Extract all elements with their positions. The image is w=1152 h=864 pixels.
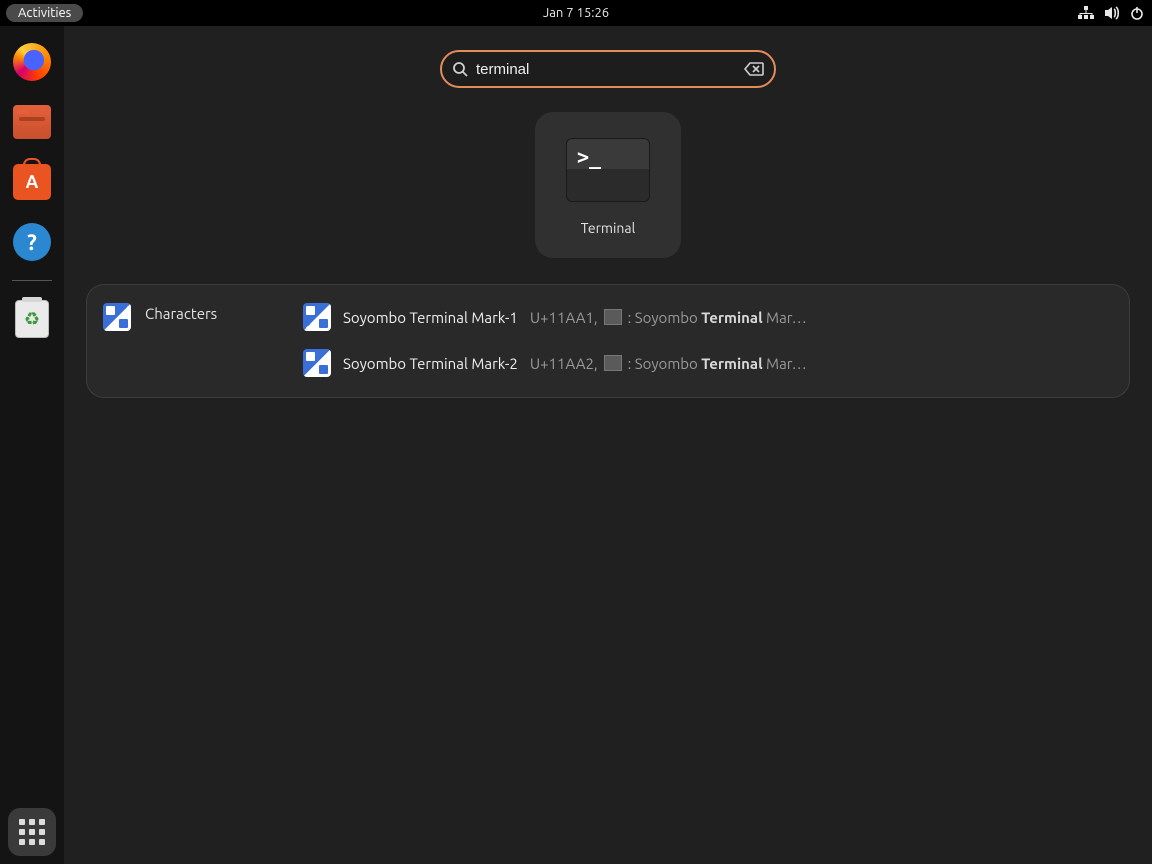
- dock-ubuntu-software[interactable]: [12, 162, 52, 202]
- search-icon: [452, 61, 468, 77]
- ubuntu-software-icon: [13, 164, 51, 200]
- show-applications-button[interactable]: [8, 808, 56, 856]
- search-input[interactable]: [476, 61, 736, 78]
- characters-result-list: Soyombo Terminal Mark-1 U+11AA1, : Soyom…: [303, 303, 1113, 377]
- terminal-icon: >_: [566, 138, 650, 202]
- characters-results-panel: Characters Soyombo Terminal Mark-1 U+11A…: [86, 284, 1130, 398]
- character-name: Soyombo Terminal Mark-2: [343, 355, 518, 372]
- activities-button[interactable]: Activities: [6, 4, 83, 22]
- dock-help[interactable]: ?: [12, 222, 52, 262]
- top-bar: Activities Jan 7 15:26: [0, 0, 1152, 26]
- overview-main: >_ Terminal Characters Soyombo Terminal …: [64, 26, 1152, 864]
- dock-separator: [12, 280, 52, 281]
- characters-header[interactable]: Characters: [103, 303, 273, 377]
- system-status-area[interactable]: [1078, 0, 1144, 26]
- characters-header-label: Characters: [145, 303, 217, 322]
- character-name: Soyombo Terminal Mark-1: [343, 309, 518, 326]
- firefox-icon: [13, 43, 51, 81]
- placeholder-glyph-icon: [604, 355, 622, 371]
- characters-app-icon: [103, 303, 131, 331]
- network-icon[interactable]: [1078, 6, 1094, 20]
- dock-files[interactable]: [12, 102, 52, 142]
- character-meta: U+11AA2, : Soyombo Terminal Mar…: [530, 355, 807, 372]
- character-meta: U+11AA1, : Soyombo Terminal Mar…: [530, 309, 807, 326]
- dock-firefox[interactable]: [12, 42, 52, 82]
- dock: ? ♻: [0, 26, 64, 864]
- search-field[interactable]: [440, 50, 776, 88]
- grid-icon: [19, 819, 45, 845]
- character-glyph-icon: [303, 303, 331, 331]
- dock-trash[interactable]: ♻: [12, 299, 52, 339]
- clear-search-button[interactable]: [744, 62, 764, 76]
- app-result-terminal[interactable]: >_ Terminal: [535, 112, 681, 258]
- trash-icon: ♻: [15, 300, 49, 338]
- characters-result-row[interactable]: Soyombo Terminal Mark-1 U+11AA1, : Soyom…: [303, 303, 1113, 331]
- help-icon: ?: [13, 223, 51, 261]
- files-icon: [13, 105, 51, 139]
- power-icon[interactable]: [1130, 6, 1144, 20]
- placeholder-glyph-icon: [604, 309, 622, 325]
- clock[interactable]: Jan 7 15:26: [0, 6, 1152, 20]
- characters-result-row[interactable]: Soyombo Terminal Mark-2 U+11AA2, : Soyom…: [303, 349, 1113, 377]
- volume-icon[interactable]: [1104, 6, 1120, 20]
- app-result-label: Terminal: [581, 220, 636, 236]
- character-glyph-icon: [303, 349, 331, 377]
